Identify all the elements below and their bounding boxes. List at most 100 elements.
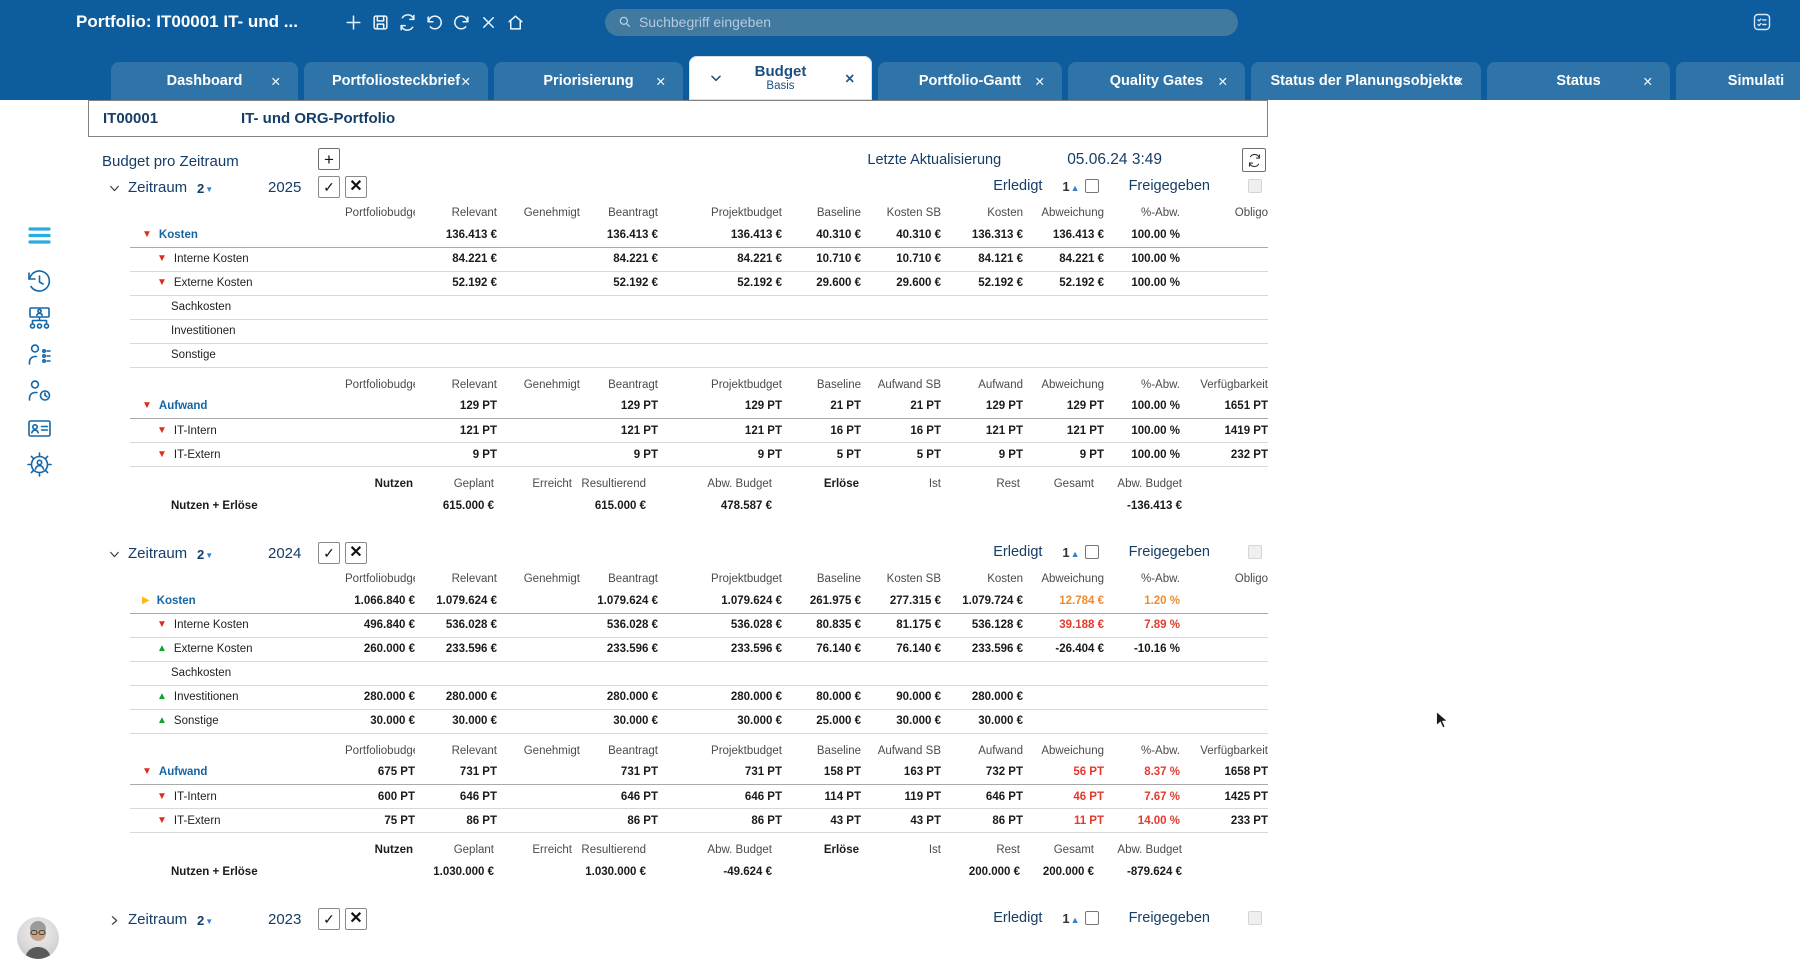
- close-icon[interactable]: [479, 13, 498, 32]
- erledigt-checkbox[interactable]: [1084, 545, 1099, 559]
- cell: [1180, 613, 1268, 637]
- sort-indicator[interactable]: 1▲: [1062, 179, 1079, 194]
- left-sidebar: [0, 100, 78, 962]
- sync-icon[interactable]: [398, 13, 417, 32]
- sort-indicator[interactable]: 1▲: [1062, 545, 1079, 560]
- cell: [1023, 343, 1104, 367]
- tab-quality-gates[interactable]: Quality Gates ✕: [1068, 62, 1245, 100]
- close-icon[interactable]: ✕: [845, 71, 855, 86]
- column-header: Ist: [928, 844, 941, 856]
- tab-status[interactable]: Status ✕: [1487, 62, 1670, 100]
- close-icon[interactable]: ✕: [1454, 74, 1464, 89]
- tab-dashboard[interactable]: Dashboard ✕: [111, 62, 298, 100]
- delete-button[interactable]: ✕: [345, 542, 367, 564]
- cell: 280.000 €: [730, 691, 782, 703]
- period-count-dropdown[interactable]: 2▼: [197, 913, 213, 928]
- column-header: Relevant: [451, 744, 497, 757]
- cell: 100.00 %: [1131, 400, 1180, 413]
- column-header: Beantragt: [608, 573, 658, 585]
- add-period-button[interactable]: +: [318, 148, 340, 170]
- cell: 75 PT: [384, 814, 415, 827]
- column-header: Rest: [996, 478, 1020, 490]
- cell: 52.192 €: [978, 277, 1023, 289]
- orgchart-icon[interactable]: [0, 305, 78, 332]
- column-header: Abw. Budget: [1117, 478, 1182, 490]
- user-avatar[interactable]: [17, 917, 59, 959]
- tab-status-der-planungsobjekte[interactable]: Status der Planungsobjekte ✕: [1251, 62, 1481, 100]
- cell: [1023, 319, 1104, 343]
- table-row: ▲ Externe Kosten 260.000 € 233.596 € 233.596…: [130, 637, 1268, 661]
- column-header: Beantragt: [608, 744, 658, 757]
- close-icon[interactable]: ✕: [271, 74, 281, 89]
- close-icon[interactable]: ✕: [1035, 74, 1045, 89]
- periods: Zeitraum 2▼ 2025 ✓ ✕ Erledigt 1▲ Freigegeben Por…: [100, 174, 1268, 958]
- search-input[interactable]: [638, 14, 1199, 30]
- idcard-icon[interactable]: [0, 415, 78, 442]
- menu-icon[interactable]: [0, 222, 78, 249]
- history-icon[interactable]: [0, 268, 78, 295]
- tab-portfolio-gantt[interactable]: Portfolio-Gantt ✕: [878, 62, 1062, 100]
- undo-icon[interactable]: [425, 13, 444, 32]
- cell: 136.413 €: [1052, 228, 1104, 241]
- confirm-button[interactable]: ✓: [318, 176, 340, 198]
- tab-portfoliosteckbrief[interactable]: Portfoliosteckbrief ✕: [304, 62, 488, 100]
- tab-label: Dashboard: [166, 72, 243, 89]
- chevron-right-icon[interactable]: [108, 914, 121, 927]
- team-list-icon[interactable]: [0, 341, 78, 368]
- erledigt-checkbox[interactable]: [1084, 911, 1099, 925]
- tab-priorisierung[interactable]: Priorisierung ✕: [494, 62, 683, 100]
- refresh-icon[interactable]: [1242, 148, 1266, 172]
- cell: 121 PT: [620, 424, 658, 437]
- red-down-triangle-icon: ▼: [142, 400, 152, 412]
- cell: 1419 PT: [1224, 424, 1268, 437]
- cell: 81.175 €: [896, 619, 941, 631]
- period-count-dropdown[interactable]: 2▼: [197, 181, 213, 196]
- erledigt-checkbox[interactable]: [1084, 179, 1099, 193]
- cell: [345, 419, 415, 443]
- tab-bar: ‹ Dashboard✕Portfoliosteckbrief✕Priorisi…: [0, 44, 1800, 100]
- column-header: Portfoliobudget: [345, 378, 415, 391]
- cell: [1104, 295, 1180, 319]
- cell: 52.192 €: [613, 277, 658, 289]
- cell: [772, 860, 859, 884]
- close-icon[interactable]: ✕: [656, 74, 666, 89]
- tab-label: Priorisierung: [543, 72, 634, 89]
- cell: -136.413 €: [1127, 500, 1182, 512]
- delete-button[interactable]: ✕: [345, 176, 367, 198]
- row-label: IT-Extern: [173, 448, 221, 461]
- cell: 200.000 €: [968, 866, 1020, 878]
- cell: [497, 271, 580, 295]
- period-count-dropdown[interactable]: 2▼: [197, 547, 213, 562]
- close-icon[interactable]: ✕: [461, 74, 471, 89]
- chevron-down-icon[interactable]: [709, 71, 723, 85]
- home-icon[interactable]: [506, 13, 525, 32]
- confirm-button[interactable]: ✓: [318, 908, 340, 930]
- close-icon[interactable]: ✕: [1643, 74, 1653, 89]
- cell: 14.00 %: [1137, 814, 1180, 827]
- chevron-down-icon[interactable]: [108, 548, 121, 561]
- cell: [1023, 661, 1104, 685]
- delete-button[interactable]: ✕: [345, 908, 367, 930]
- green-up-triangle-icon: ▲: [157, 691, 167, 702]
- chevron-down-icon[interactable]: [108, 182, 121, 195]
- tab-budget[interactable]: Budget Basis ✕: [689, 56, 872, 100]
- column-header: Abweichung: [1041, 744, 1104, 757]
- save-icon[interactable]: [371, 13, 390, 32]
- gear-user-icon[interactable]: [0, 451, 78, 478]
- cell: 100.00 %: [1131, 228, 1180, 241]
- cell: [941, 661, 1023, 685]
- person-time-icon[interactable]: [0, 377, 78, 404]
- sort-indicator[interactable]: 1▲: [1062, 911, 1079, 926]
- tasklist-icon[interactable]: [1752, 12, 1772, 32]
- cell: 21 PT: [910, 400, 941, 413]
- cell: [1180, 685, 1268, 709]
- cell: 1.079.624 €: [597, 594, 658, 607]
- cell: [1180, 247, 1268, 271]
- redo-icon[interactable]: [452, 13, 471, 32]
- cell: 163 PT: [903, 766, 941, 779]
- close-icon[interactable]: ✕: [1218, 74, 1228, 89]
- tab-simulati[interactable]: Simulati: [1676, 62, 1800, 100]
- confirm-button[interactable]: ✓: [318, 542, 340, 564]
- plus-icon[interactable]: [344, 13, 363, 32]
- benefit-table: Nutzen Geplant Erreicht Resultierend Abw. Bu…: [130, 841, 1182, 884]
